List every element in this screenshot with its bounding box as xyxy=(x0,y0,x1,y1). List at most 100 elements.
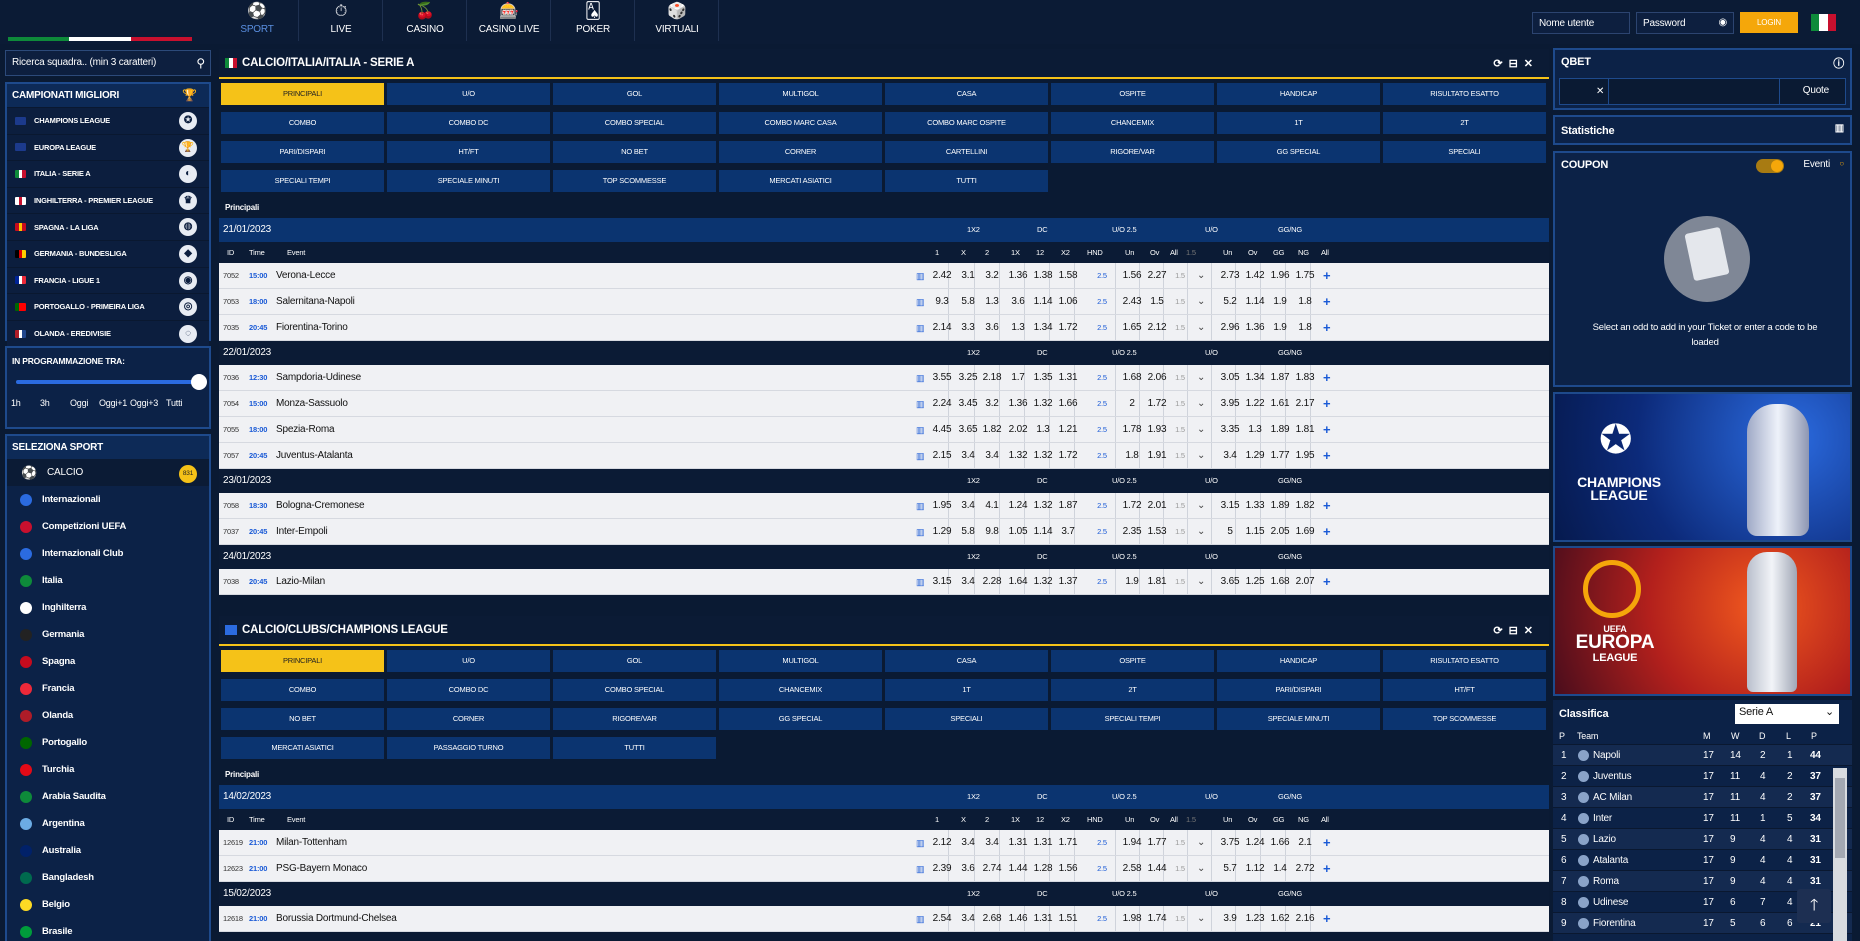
market-tab[interactable]: SPECIALE MINUTI xyxy=(1217,708,1380,730)
market-tab[interactable]: COMBO SPECIAL xyxy=(553,112,716,134)
schedule-option[interactable]: Oggi+3 xyxy=(130,398,158,408)
odd-gg[interactable]: 1.96 xyxy=(1267,263,1293,289)
odd-button[interactable]: 1.72 xyxy=(1055,315,1081,341)
odd-ng[interactable]: 1.81 xyxy=(1292,417,1318,443)
odd-button[interactable]: 1.3 xyxy=(979,289,1005,315)
odd-button[interactable]: 1.87 xyxy=(1055,493,1081,519)
market-tab[interactable]: GOL xyxy=(553,83,716,105)
odd-button[interactable]: 1.32 xyxy=(1030,443,1056,469)
odd-over-line[interactable]: 1.34 xyxy=(1242,365,1268,391)
market-tab[interactable]: SPECIALE MINUTI xyxy=(387,170,550,192)
odd-under-line[interactable]: 5.7 xyxy=(1217,856,1243,882)
odd-button[interactable]: 3.2 xyxy=(979,263,1005,289)
odd-button[interactable]: 1.36 xyxy=(1005,391,1031,417)
market-tab[interactable]: PRINCIPALI xyxy=(221,650,384,672)
market-tab[interactable]: CARTELLINI xyxy=(885,141,1048,163)
odd-button[interactable]: 3.4 xyxy=(955,569,981,595)
odd-gg[interactable]: 1.77 xyxy=(1267,443,1293,469)
chevron-down-icon[interactable]: ⌄ xyxy=(1197,391,1205,417)
country-item[interactable]: Internazionali xyxy=(7,486,209,513)
add-more-icon[interactable]: + xyxy=(1323,263,1331,289)
league-item[interactable]: PORTOGALLO - PRIMEIRA LIGA ◎ xyxy=(7,293,209,320)
odd-under-line[interactable]: 3.35 xyxy=(1217,417,1243,443)
odd-button[interactable]: 1.37 xyxy=(1055,569,1081,595)
market-tab[interactable]: 2T xyxy=(1051,679,1214,701)
nav-tab-poker[interactable]: 🂡 POKER xyxy=(552,0,635,41)
add-more-icon[interactable]: + xyxy=(1323,569,1331,595)
country-item[interactable]: Portogallo xyxy=(7,729,209,756)
league-select[interactable]: Serie A ⌄ xyxy=(1735,704,1839,724)
country-item[interactable]: Germania xyxy=(7,621,209,648)
odd-under-line[interactable]: 3.95 xyxy=(1217,391,1243,417)
country-item[interactable]: Inghilterra xyxy=(7,594,209,621)
market-tab[interactable]: PASSAGGIO TURNO xyxy=(387,737,550,759)
odd-over-line[interactable]: 1.14 xyxy=(1242,289,1268,315)
chevron-down-icon[interactable]: ⌄ xyxy=(1197,493,1205,519)
uo-line-select[interactable]: 1.5 xyxy=(1167,906,1193,932)
username-field[interactable]: Nome utente xyxy=(1532,12,1630,34)
odd-over-line[interactable]: 1.42 xyxy=(1242,263,1268,289)
odd-ng[interactable]: 1.82 xyxy=(1292,493,1318,519)
odd-button[interactable]: 3.4 xyxy=(955,493,981,519)
event-name[interactable]: Monza-Sassuolo xyxy=(276,391,348,417)
market-tab[interactable]: OSPITE xyxy=(1051,650,1214,672)
odd-ng[interactable]: 1.69 xyxy=(1292,519,1318,545)
market-tab[interactable]: COMBO xyxy=(221,112,384,134)
odd-button[interactable]: 2.14 xyxy=(929,315,955,341)
champions-league-banner[interactable]: ✪ CHAMPIONS LEAGUE xyxy=(1553,392,1852,542)
market-tab[interactable]: HANDICAP xyxy=(1217,83,1380,105)
event-row[interactable]: 7057 20:45 Juventus-Atalanta ▥ 2.15 3.4 3.4 1.3… xyxy=(219,443,1549,469)
odd-button[interactable]: 2.02 xyxy=(1005,417,1031,443)
event-name[interactable]: Verona-Lecce xyxy=(276,263,336,289)
odd-button[interactable]: 3.65 xyxy=(955,417,981,443)
odd-over-line[interactable]: 1.29 xyxy=(1242,443,1268,469)
market-tab[interactable]: MERCATI ASIATICI xyxy=(719,170,882,192)
market-tab[interactable]: OSPITE xyxy=(1051,83,1214,105)
odd-button[interactable]: 3.4 xyxy=(979,830,1005,856)
odd-button[interactable]: 2.68 xyxy=(979,906,1005,932)
event-name[interactable]: Milan-Tottenham xyxy=(276,830,347,856)
odd-button[interactable]: 3.4 xyxy=(955,830,981,856)
country-item[interactable]: Competizioni UEFA xyxy=(7,513,209,540)
odd-button[interactable]: 5.8 xyxy=(955,289,981,315)
market-tab[interactable]: SPECIALI xyxy=(1383,141,1546,163)
odd-under-line[interactable]: 3.9 xyxy=(1217,906,1243,932)
market-tab[interactable]: U/O xyxy=(387,83,550,105)
odd-under[interactable]: 2.43 xyxy=(1119,289,1145,315)
market-tab[interactable]: HANDICAP xyxy=(1217,650,1380,672)
odd-button[interactable]: 2.12 xyxy=(929,830,955,856)
odd-gg[interactable]: 1.62 xyxy=(1267,906,1293,932)
chevron-down-icon[interactable]: ⌄ xyxy=(1197,569,1205,595)
market-tab[interactable]: PRINCIPALI xyxy=(221,83,384,105)
event-name[interactable]: Inter-Empoli xyxy=(276,519,328,545)
standings-row[interactable]: 4 Inter 17 11 1 5 34 xyxy=(1553,808,1852,829)
odd-button[interactable]: 1.14 xyxy=(1030,289,1056,315)
odd-button[interactable]: 1.21 xyxy=(1055,417,1081,443)
add-more-icon[interactable]: + xyxy=(1323,519,1331,545)
event-name[interactable]: Lazio-Milan xyxy=(276,569,325,595)
market-tab[interactable]: TUTTI xyxy=(553,737,716,759)
stats-chart-icon[interactable]: ▥ xyxy=(916,365,925,391)
market-tab[interactable]: HT/FT xyxy=(1383,679,1546,701)
odd-button[interactable]: 1.32 xyxy=(1005,443,1031,469)
odd-under[interactable]: 1.68 xyxy=(1119,365,1145,391)
add-more-icon[interactable]: + xyxy=(1323,365,1331,391)
stats-chart-icon[interactable]: ▥ xyxy=(916,263,925,289)
odd-gg[interactable]: 1.61 xyxy=(1267,391,1293,417)
uo-line-select[interactable]: 1.5 xyxy=(1167,519,1193,545)
nav-tab-casino-live[interactable]: 🎰 CASINO LIVE xyxy=(468,0,551,41)
odd-under[interactable]: 1.78 xyxy=(1119,417,1145,443)
odd-button[interactable]: 1.31 xyxy=(1055,365,1081,391)
market-tab[interactable]: 2T xyxy=(1383,112,1546,134)
schedule-slider-handle[interactable] xyxy=(191,374,207,390)
stats-chart-icon[interactable]: ▥ xyxy=(916,493,925,519)
odd-gg[interactable]: 1.89 xyxy=(1267,493,1293,519)
odd-button[interactable]: 1.71 xyxy=(1055,830,1081,856)
odd-button[interactable]: 2.39 xyxy=(929,856,955,882)
odd-button[interactable]: 1.31 xyxy=(1030,906,1056,932)
schedule-option[interactable]: 3h xyxy=(40,398,50,408)
odd-button[interactable]: 1.32 xyxy=(1030,493,1056,519)
add-more-icon[interactable]: + xyxy=(1323,906,1331,932)
odd-button[interactable]: 3.45 xyxy=(955,391,981,417)
odd-ng[interactable]: 2.17 xyxy=(1292,391,1318,417)
